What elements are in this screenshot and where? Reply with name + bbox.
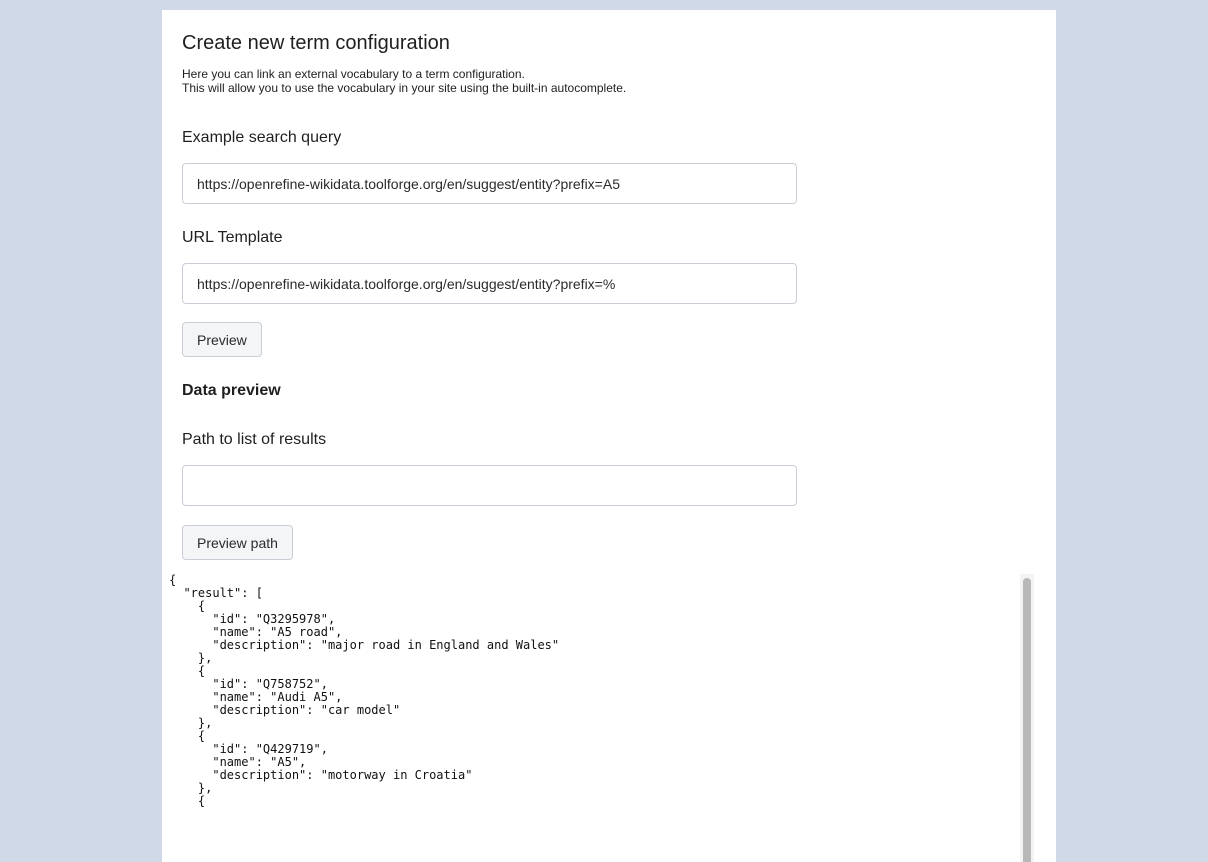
results-path-input[interactable] [182, 465, 797, 506]
example-search-query-label: Example search query [182, 129, 342, 146]
url-template-label: URL Template [182, 229, 283, 246]
preview-button[interactable]: Preview [182, 322, 262, 357]
json-preview-output: { "result": [ { "id": "Q3295978", "name"… [169, 573, 560, 808]
intro-text: Here you can link an external vocabulary… [182, 67, 626, 95]
term-configuration-panel: Create new term configuration Here you c… [162, 10, 1056, 862]
results-path-label: Path to list of results [182, 431, 327, 448]
preview-path-button[interactable]: Preview path [182, 525, 293, 560]
intro-line-1: Here you can link an external vocabulary… [182, 67, 525, 81]
json-preview-scrollbar[interactable] [1020, 574, 1034, 862]
intro-line-2: This will allow you to use the vocabular… [182, 81, 627, 95]
url-template-input[interactable] [182, 263, 797, 304]
example-search-query-input[interactable] [182, 163, 797, 204]
json-preview-scrollbar-thumb[interactable] [1023, 578, 1031, 862]
page-title: Create new term configuration [182, 32, 450, 54]
data-preview-heading: Data preview [182, 382, 281, 399]
